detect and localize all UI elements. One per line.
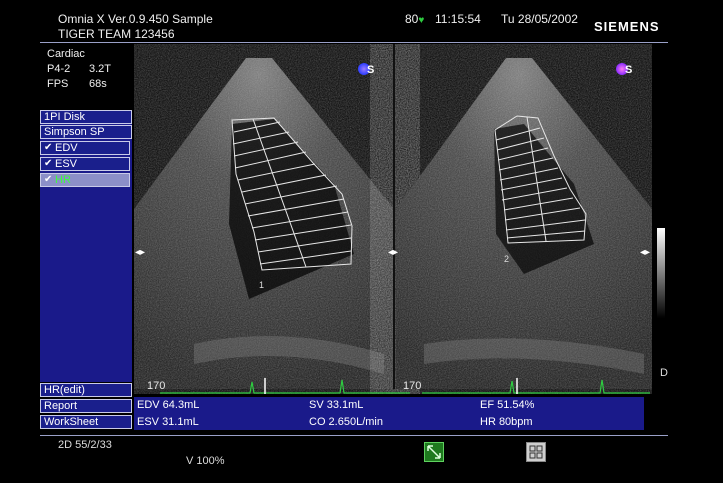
right-ultrasound-image: [396, 58, 652, 389]
esv-value: ESV 31.1mL: [137, 416, 199, 428]
menu-item-esv[interactable]: ✔ ESV: [40, 157, 130, 171]
orientation-marker-right-icon: S: [616, 63, 634, 77]
left-frame-label: 1: [259, 280, 265, 290]
menu-item-worksheet[interactable]: WorkSheet: [40, 415, 132, 429]
focus-marker-right-icon: ◂▸: [640, 247, 651, 258]
ultrasound-view: [134, 44, 652, 389]
orientation-marker-label: S: [367, 64, 375, 76]
measurement-panel: [134, 397, 644, 430]
fps-label: FPS: [47, 78, 69, 90]
orientation-marker-label: S: [625, 64, 633, 76]
orientation-marker-left-icon: S: [358, 63, 376, 77]
footer-divider: [40, 435, 668, 436]
menu-item-label: HR: [55, 174, 71, 186]
probe-name: P4-2: [47, 63, 71, 75]
exam-date: Tu 28/05/2002: [501, 12, 578, 26]
clock-time: 11:15:54: [435, 12, 481, 26]
heart-rate-value: 80: [405, 12, 419, 26]
sv-value: SV 33.1mL: [309, 399, 364, 411]
patient-id: TIGER TEAM 123456: [58, 27, 175, 41]
app-title: Omnia X Ver.0.9.450 Sample: [58, 12, 213, 26]
brand-logo: SIEMENS: [594, 19, 660, 34]
heart-rate-indicator: 80♥: [405, 12, 424, 26]
co-value: CO 2.650L/min: [309, 416, 383, 428]
menu-item-1pi-disk[interactable]: 1PI Disk: [40, 110, 132, 124]
menu-item-simpson-sp[interactable]: Simpson SP: [40, 125, 132, 139]
menu-item-label: ESV: [55, 158, 78, 170]
heart-icon: ♥: [418, 15, 425, 26]
volume-level: V 100%: [186, 455, 225, 467]
grayscale-bar: [657, 228, 665, 318]
fps-value: 68s: [89, 78, 107, 90]
focus-marker-left-icon: ◂▸: [135, 247, 146, 258]
hr-value: HR 80bpm: [480, 416, 533, 428]
menu-item-label: EDV: [55, 142, 78, 154]
right-frame-label: 2: [504, 254, 510, 264]
checkbox-checked-icon[interactable]: ✔: [44, 142, 52, 154]
left-ultrasound-image: [134, 58, 394, 389]
header-divider: [40, 42, 668, 43]
resize-icon[interactable]: [424, 442, 444, 462]
menu-item-hr[interactable]: ✔ HR: [40, 173, 130, 187]
checkbox-checked-icon[interactable]: ✔: [44, 158, 52, 170]
edv-value: EDV 64.3mL: [137, 399, 200, 411]
probe-frequency: 3.2T: [89, 63, 112, 75]
checkbox-checked-icon[interactable]: ✔: [44, 174, 52, 186]
layout-icon[interactable]: [526, 442, 546, 462]
focus-marker-mid-icon: ◂▸: [388, 247, 399, 258]
menu-item-report[interactable]: Report: [40, 399, 132, 413]
ef-value: EF 51.54%: [480, 399, 535, 411]
exam-type: Cardiac: [47, 48, 85, 60]
ecg-trace: [160, 378, 650, 394]
mode-info: 2D 55/2/33: [58, 439, 112, 451]
depth-scale-label: D: [660, 367, 668, 379]
menu-item-edv[interactable]: ✔ EDV: [40, 141, 130, 155]
menu-item-hr-edit[interactable]: HR(edit): [40, 383, 132, 397]
